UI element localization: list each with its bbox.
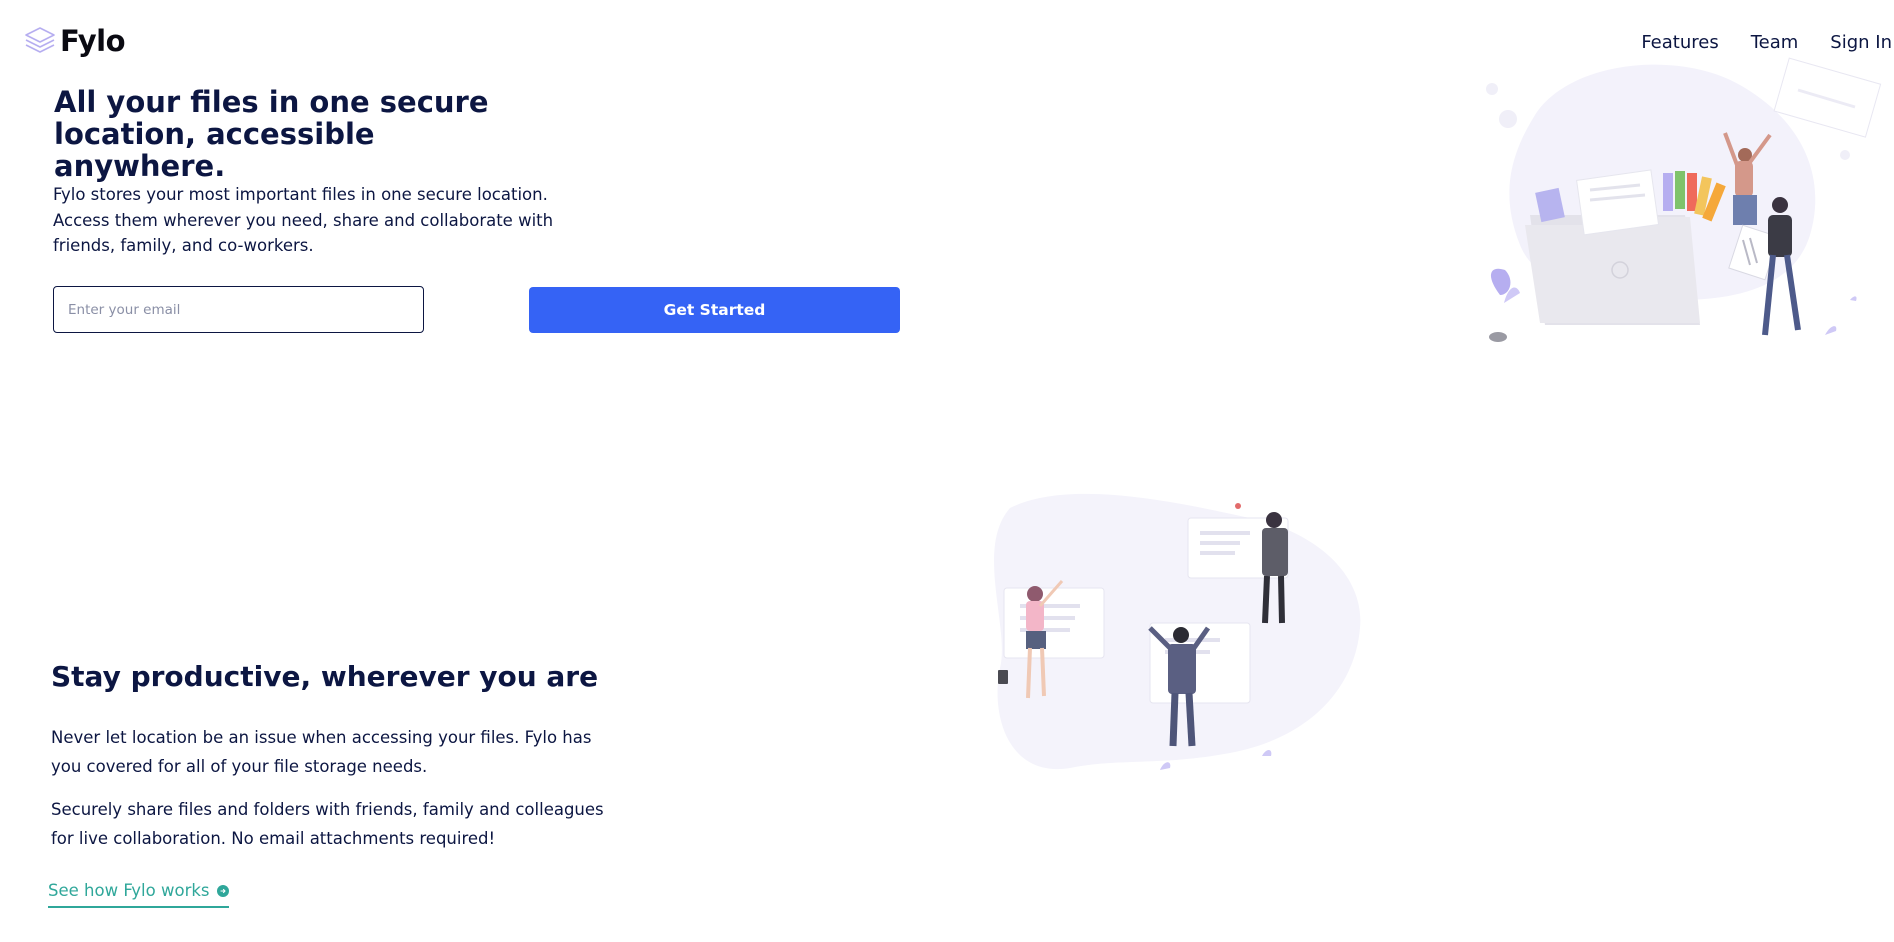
- get-started-button[interactable]: Get Started: [529, 287, 900, 333]
- hero-title: All your files in one secure location, a…: [54, 85, 489, 183]
- nav-link-features[interactable]: Features: [1641, 32, 1718, 53]
- arrow-circle-icon: [216, 884, 229, 897]
- main-nav: Features Team Sign In: [1609, 32, 1892, 53]
- see-how-link-label: See how Fylo works: [48, 881, 210, 900]
- email-input[interactable]: [53, 286, 424, 333]
- hero-description: Fylo stores your most important files in…: [53, 185, 554, 255]
- nav-link-sign-in[interactable]: Sign In: [1830, 32, 1892, 53]
- hero-illustration: [1486, 57, 1882, 342]
- logo-text: Fylo: [60, 24, 126, 58]
- productive-illustration: [994, 493, 1361, 770]
- fylo-logo[interactable]: Fylo: [24, 24, 126, 58]
- productive-paragraph-1: Never let location be an issue when acce…: [51, 728, 592, 776]
- stacked-layers-icon: [25, 27, 55, 53]
- nav-link-team[interactable]: Team: [1751, 32, 1799, 53]
- productive-paragraph-2: Securely share files and folders with fr…: [51, 800, 604, 848]
- see-how-fylo-works-link[interactable]: See how Fylo works: [48, 881, 229, 908]
- productive-title: Stay productive, wherever you are: [51, 660, 599, 693]
